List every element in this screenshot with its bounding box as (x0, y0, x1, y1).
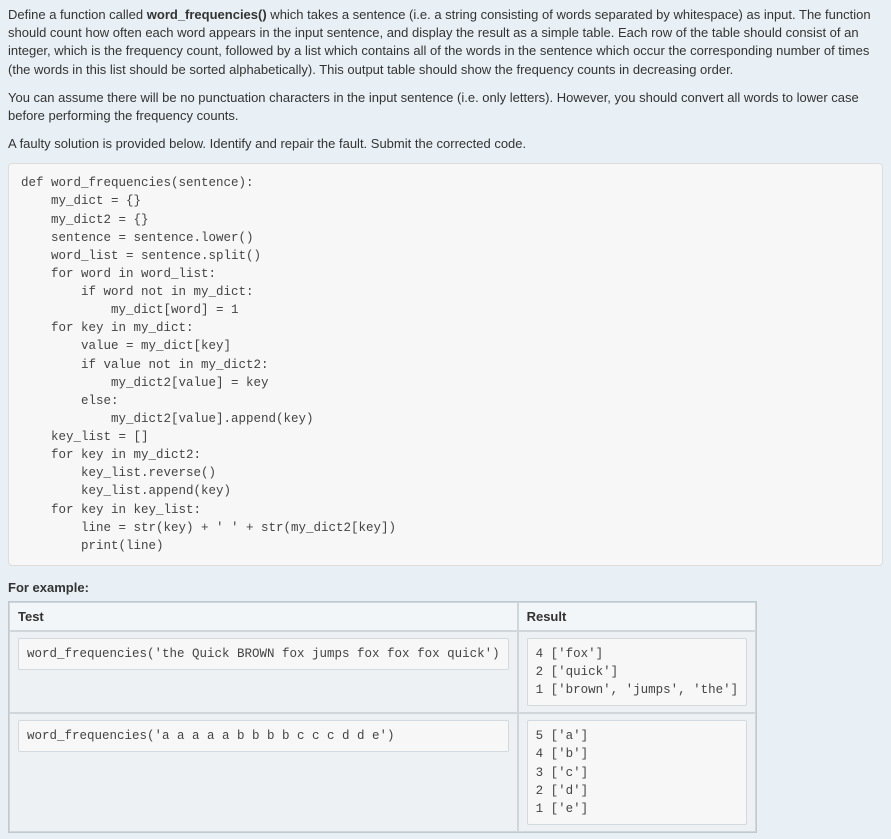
result-cell: 4 ['fox'] 2 ['quick'] 1 ['brown', 'jumps… (518, 631, 757, 713)
example-label: For example: (8, 580, 883, 595)
test-cell: word_frequencies('the Quick BROWN fox ju… (9, 631, 518, 713)
result-code: 4 ['fox'] 2 ['quick'] 1 ['brown', 'jumps… (527, 638, 748, 706)
description-para-2: You can assume there will be no punctuat… (8, 89, 883, 125)
header-result: Result (518, 602, 757, 631)
p1-pre: Define a function called (8, 7, 147, 22)
table-row: word_frequencies('a a a a a b b b b c c … (9, 713, 756, 832)
table-header-row: Test Result (9, 602, 756, 631)
test-code: word_frequencies('the Quick BROWN fox ju… (18, 638, 509, 670)
result-code: 5 ['a'] 4 ['b'] 3 ['c'] 2 ['d'] 1 ['e'] (527, 720, 748, 825)
description-para-1: Define a function called word_frequencie… (8, 6, 883, 79)
description-para-3: A faulty solution is provided below. Ide… (8, 135, 883, 153)
faulty-code-block: def word_frequencies(sentence): my_dict … (8, 163, 883, 566)
result-cell: 5 ['a'] 4 ['b'] 3 ['c'] 2 ['d'] 1 ['e'] (518, 713, 757, 832)
header-test: Test (9, 602, 518, 631)
function-name-strong: word_frequencies() (147, 7, 267, 22)
test-cell: word_frequencies('a a a a a b b b b c c … (9, 713, 518, 832)
examples-table: Test Result word_frequencies('the Quick … (8, 601, 757, 833)
test-code: word_frequencies('a a a a a b b b b c c … (18, 720, 509, 752)
problem-description: Define a function called word_frequencie… (8, 6, 883, 153)
table-row: word_frequencies('the Quick BROWN fox ju… (9, 631, 756, 713)
